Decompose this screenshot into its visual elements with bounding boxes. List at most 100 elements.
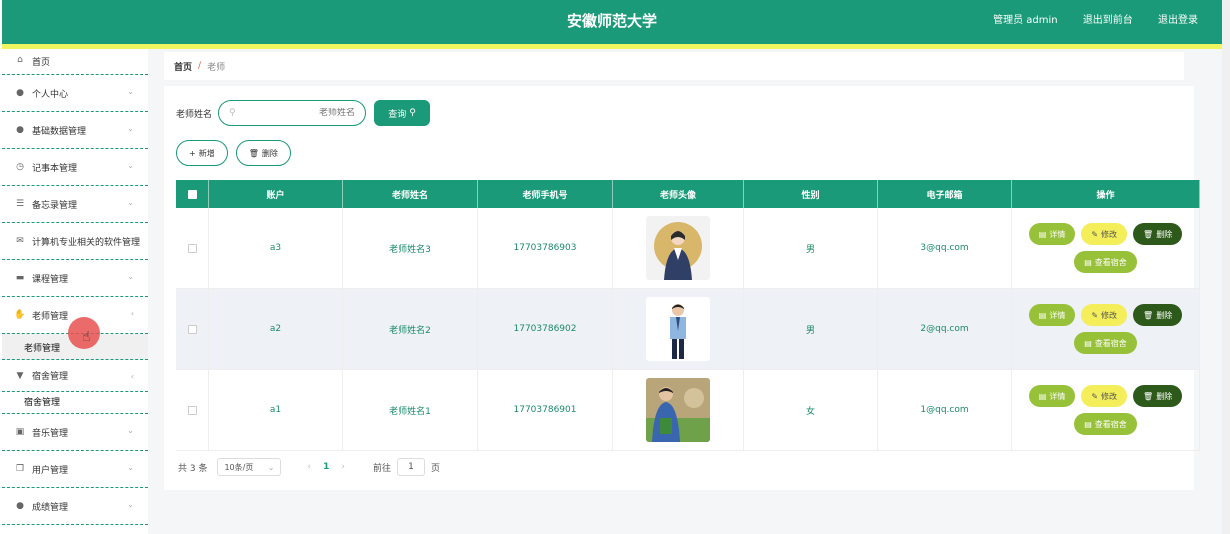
teacher-avatar	[646, 378, 710, 442]
view-dorm-button[interactable]: ▤ 查看宿舍	[1074, 251, 1137, 273]
header-stripe	[2, 44, 1222, 49]
add-button[interactable]: + 新增	[176, 140, 228, 166]
row-actions: ▤ 详情 ✎ 修改 🗑 删除 ▤ 查看宿舍	[1021, 304, 1191, 354]
pencil-icon: ✎	[1091, 391, 1099, 401]
chevron-up-icon: ‹	[130, 372, 134, 381]
table-header: 账户 老师姓名 老师手机号 老师头像 性别 电子邮箱 操作	[176, 180, 1200, 208]
prev-page-icon[interactable]: ‹	[307, 462, 311, 472]
teacher-table: 账户 老师姓名 老师手机号 老师头像 性别 电子邮箱 操作 a3 老师姓名3 1…	[176, 180, 1200, 451]
top-bar: 安徽师范大学 管理员 admin 退出到前台 退出登录	[2, 0, 1222, 44]
goto-input[interactable]: 1	[396, 458, 425, 476]
sidebar-item-dorm[interactable]: ▼ 宿舍管理 ‹	[2, 360, 148, 392]
row-checkbox[interactable]	[187, 324, 197, 334]
detail-button[interactable]: ▤ 详情	[1028, 304, 1076, 326]
chevron-down-icon: ⌄	[127, 124, 134, 133]
doc-icon: ▤	[1084, 419, 1092, 429]
detail-button[interactable]: ▤ 详情	[1028, 385, 1076, 407]
edit-label: 修改	[1101, 391, 1118, 401]
goto-label: 前往	[372, 463, 391, 474]
sidebar-item-label: 首页	[32, 58, 51, 68]
sidebar-item-label: 计算机专业相关的软件管理	[32, 237, 141, 248]
total-count: 共 3 条	[178, 463, 208, 474]
row-delete-button[interactable]: 🗑 删除	[1133, 385, 1183, 407]
logout-link[interactable]: 退出登录	[1158, 15, 1198, 26]
cell-phone: 17703786902	[478, 289, 613, 369]
view-dorm-label: 查看宿舍	[1094, 257, 1127, 267]
row-delete-button[interactable]: 🗑 删除	[1133, 304, 1183, 326]
search-input[interactable]	[245, 108, 356, 118]
sidebar: ⌂ 首页 ● 个人中心 ⌄ ● 基础数据管理 ⌄ ◷ 记事本管理 ⌄ ☰ 备忘录…	[2, 49, 148, 534]
thumb-icon: ✋	[14, 310, 26, 320]
sidebar-item-label: 记事本管理	[32, 163, 78, 174]
cell-gender: 男	[744, 208, 878, 288]
view-dorm-button[interactable]: ▤ 查看宿舍	[1074, 413, 1137, 435]
breadcrumb-current: 老师	[207, 62, 226, 73]
cell-gender: 女	[744, 370, 878, 450]
row-checkbox[interactable]	[187, 243, 197, 253]
sidebar-item-profile[interactable]: ● 个人中心 ⌄	[2, 75, 148, 112]
sidebar-item-memo[interactable]: ☰ 备忘录管理 ⌄	[2, 186, 148, 223]
pagination: 共 3 条 10条/页 ⌄ ‹ 1 › 前往 1 页	[178, 458, 440, 476]
edit-button[interactable]: ✎ 修改	[1081, 385, 1128, 407]
view-dorm-label: 查看宿舍	[1094, 419, 1127, 429]
edit-button[interactable]: ✎ 修改	[1081, 304, 1128, 326]
delete-button-label: 删除	[261, 148, 278, 158]
cell-email: 3@qq.com	[878, 208, 1012, 288]
search-label: 老师姓名	[176, 109, 213, 120]
delete-label: 删除	[1156, 229, 1173, 239]
copy-icon: ❐	[15, 464, 25, 474]
current-page[interactable]: 1	[323, 462, 329, 472]
next-page-icon[interactable]: ›	[341, 462, 345, 472]
sidebar-item-user[interactable]: ❐ 用户管理 ⌄	[2, 451, 148, 488]
admin-label: 管理员 admin	[993, 15, 1058, 26]
teacher-avatar	[646, 297, 710, 361]
person-icon: ●	[16, 125, 24, 135]
hand-cursor-icon: ☝	[82, 329, 91, 345]
cell-email: 2@qq.com	[878, 289, 1012, 369]
chevron-down-icon: ⌄	[127, 198, 134, 207]
sidebar-item-music[interactable]: ▣ 音乐管理 ⌄	[2, 414, 148, 451]
breadcrumb: 首页 / 老师	[164, 52, 1184, 80]
header-checkbox-cell[interactable]	[176, 180, 209, 208]
view-dorm-button[interactable]: ▤ 查看宿舍	[1074, 332, 1137, 354]
select-all-checkbox[interactable]	[187, 189, 197, 199]
search-button[interactable]: 查询 ⚲	[374, 100, 431, 126]
trash-icon: 🗑	[1143, 229, 1154, 239]
sidebar-item-basic-data[interactable]: ● 基础数据管理 ⌄	[2, 112, 148, 149]
sidebar-item-notebook[interactable]: ◷ 记事本管理 ⌄	[2, 149, 148, 186]
cell-phone: 17703786901	[478, 370, 613, 450]
table-row: a2 老师姓名2 17703786902 男 2@qq.com ▤ 详情 ✎ 修改 …	[176, 289, 1200, 370]
cell-account: a1	[209, 370, 343, 450]
pencil-icon: ✎	[1091, 229, 1099, 239]
delete-button[interactable]: 🗑 删除	[235, 140, 291, 166]
cell-phone: 17703786903	[478, 208, 613, 288]
app-frame: 安徽师范大学 管理员 admin 退出到前台 退出登录 ⌂ 首页 ● 个人中心 …	[2, 0, 1222, 534]
page-size-select[interactable]: 10条/页 ⌄	[217, 458, 282, 476]
header-phone: 老师手机号	[478, 180, 613, 208]
search-input-wrapper[interactable]: ⚲	[218, 100, 367, 126]
pencil-icon: ✎	[1091, 310, 1099, 320]
chevron-down-icon: ⌄	[127, 272, 134, 281]
sidebar-item-score[interactable]: ● 成绩管理 ⌄	[2, 488, 148, 525]
chevron-up-icon: ‹	[130, 309, 134, 318]
detail-button[interactable]: ▤ 详情	[1028, 223, 1076, 245]
sidebar-item-software[interactable]: ✉ 计算机专业相关的软件管理	[2, 223, 148, 260]
row-delete-button[interactable]: 🗑 删除	[1133, 223, 1183, 245]
scrollbar[interactable]	[1222, 0, 1230, 534]
doc-icon: ▤	[1084, 257, 1092, 267]
chevron-down-icon: ⌄	[127, 463, 134, 472]
sidebar-item-label: 宿舍管理	[32, 372, 69, 382]
page-size-value: 10条/页	[224, 462, 254, 472]
sidebar-subitem-dorm[interactable]: 宿舍管理	[2, 392, 148, 414]
delete-label: 删除	[1156, 391, 1173, 401]
doc-icon: ▤	[1038, 229, 1047, 239]
breadcrumb-home[interactable]: 首页	[174, 60, 192, 73]
content-panel: 老师姓名 ⚲ 查询 ⚲ + 新增 🗑 删除 账户	[164, 86, 1200, 490]
row-checkbox[interactable]	[187, 405, 197, 415]
detail-label: 详情	[1049, 229, 1066, 239]
front-link[interactable]: 退出到前台	[1083, 15, 1133, 26]
sidebar-item-course[interactable]: ▬ 课程管理 ⌄	[2, 260, 148, 297]
sidebar-item-home[interactable]: ⌂ 首页	[2, 49, 148, 75]
home-icon: ⌂	[17, 55, 23, 65]
edit-button[interactable]: ✎ 修改	[1081, 223, 1128, 245]
